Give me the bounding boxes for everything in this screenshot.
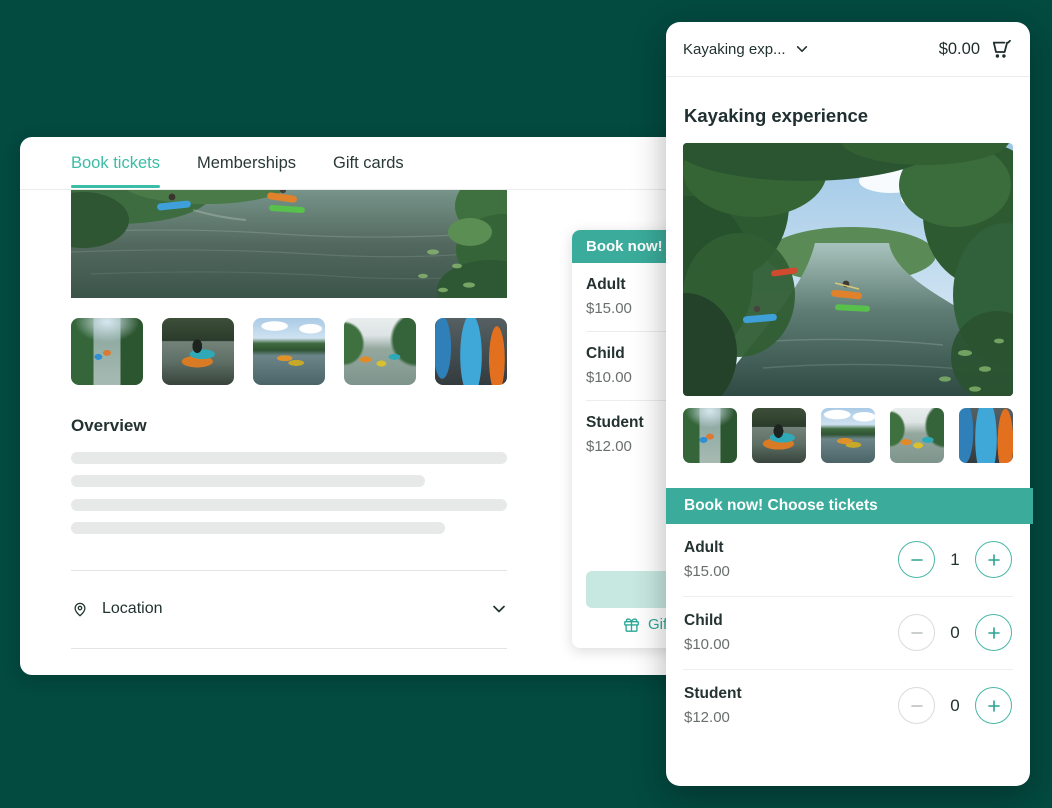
ticket-rows: Adult $15.00 1 Child $10.00	[666, 524, 1030, 742]
thumbnail-strip	[683, 408, 1013, 463]
experience-title: Kayaking experience	[684, 105, 1012, 127]
thumbnail-kayaks[interactable]	[959, 408, 1013, 463]
widget-header: Kayaking exp... $0.00	[666, 22, 1030, 77]
tab-book-tickets[interactable]: Book tickets	[71, 137, 160, 189]
thumbnail-kayaker[interactable]	[752, 408, 806, 463]
decrease-button[interactable]	[898, 541, 935, 578]
cart-button[interactable]: $0.00	[939, 37, 1013, 61]
minus-icon	[909, 552, 925, 568]
ticket-row-child: Child $10.00 0	[683, 596, 1013, 669]
cart-icon	[989, 37, 1013, 61]
experience-selector[interactable]: Kayaking exp...	[683, 41, 809, 58]
location-accordion[interactable]: Location	[71, 586, 507, 632]
chevron-down-icon	[491, 601, 507, 617]
thumbnail-river[interactable]	[683, 408, 737, 463]
thumbnail-strip	[71, 318, 507, 385]
decrease-button[interactable]	[898, 687, 935, 724]
tab-gift-cards[interactable]: Gift cards	[333, 137, 404, 189]
ticketing-widget: Kayaking exp... $0.00 Kayaking experienc…	[666, 22, 1030, 786]
thumbnail-lake[interactable]	[821, 408, 875, 463]
ticket-row-student: Student $12.00 0	[683, 669, 1013, 742]
text-skeleton-bar	[71, 499, 507, 511]
main-photo	[683, 143, 1013, 396]
thumbnail-lake[interactable]	[253, 318, 325, 385]
quantity-value: 0	[944, 696, 966, 716]
experience-selector-label: Kayaking exp...	[683, 41, 786, 58]
ticket-name: Student	[684, 685, 742, 703]
tab-memberships[interactable]: Memberships	[197, 137, 296, 189]
thumbnail-kayaks[interactable]	[435, 318, 507, 385]
increase-button[interactable]	[975, 541, 1012, 578]
gift-icon	[622, 615, 641, 634]
main-photo	[71, 190, 507, 298]
gift-link[interactable]: Gift	[622, 615, 671, 634]
cart-total: $0.00	[939, 40, 980, 59]
increase-button[interactable]	[975, 687, 1012, 724]
thumbnail-kayaker[interactable]	[162, 318, 234, 385]
decrease-button[interactable]	[898, 614, 935, 651]
increase-button[interactable]	[975, 614, 1012, 651]
thumbnail-group[interactable]	[344, 318, 416, 385]
text-skeleton-bar	[71, 522, 445, 534]
text-skeleton-bar	[71, 475, 425, 487]
divider	[71, 648, 507, 649]
ticket-name: Child	[684, 612, 730, 630]
ticket-price: $12.00	[684, 709, 742, 726]
location-label: Location	[102, 600, 163, 618]
plus-icon	[986, 552, 1002, 568]
quantity-stepper: 0	[898, 614, 1012, 651]
ticket-price: $15.00	[684, 563, 730, 580]
plus-icon	[986, 698, 1002, 714]
divider	[71, 570, 507, 571]
ticket-name: Adult	[684, 539, 730, 557]
thumbnail-river[interactable]	[71, 318, 143, 385]
choose-tickets-banner: Book now! Choose tickets	[666, 488, 1033, 524]
quantity-value: 1	[944, 550, 966, 570]
minus-icon	[909, 625, 925, 641]
plus-icon	[986, 625, 1002, 641]
text-skeleton-bar	[71, 452, 507, 464]
quantity-stepper: 1	[898, 541, 1012, 578]
thumbnail-group[interactable]	[890, 408, 944, 463]
ticket-price: $10.00	[684, 636, 730, 653]
chevron-down-icon	[795, 42, 809, 56]
quantity-stepper: 0	[898, 687, 1012, 724]
map-pin-icon	[71, 600, 89, 618]
minus-icon	[909, 698, 925, 714]
ticket-row-adult: Adult $15.00 1	[683, 524, 1013, 596]
overview-heading: Overview	[71, 416, 147, 436]
tab-bar: Book tickets Memberships Gift cards	[20, 137, 720, 190]
quantity-value: 0	[944, 623, 966, 643]
